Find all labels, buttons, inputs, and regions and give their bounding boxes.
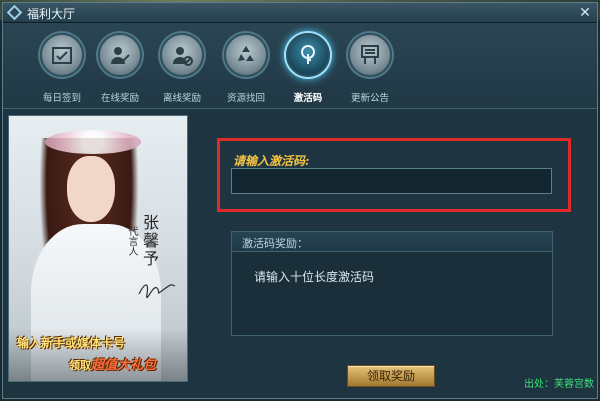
claim-reward-button[interactable]: 领取奖励 [347, 365, 435, 387]
tab-label: 资源找回 [226, 93, 265, 104]
spokesperson-name: 张馨予 [140, 214, 159, 268]
promo-caption-line1: 输入新手或媒体卡号 [17, 336, 126, 350]
key-icon [301, 45, 315, 64]
welfare-hall-window: 福利大厅 ✕ 每日签到 在线奖励 离线奖励 资源找回 激活码 更新公告 代言人 … [2, 2, 598, 399]
promo-image: 代言人 张馨予 输入新手或媒体卡号 领取超值大礼包 [8, 115, 188, 382]
promo-caption-line2: 领取超值大礼包 [69, 358, 157, 373]
activation-code-input[interactable] [231, 168, 552, 194]
title-bar: 福利大厅 ✕ [3, 3, 597, 23]
user-offline-icon [173, 47, 193, 66]
tab-offline-reward[interactable]: 离线奖励 [150, 33, 214, 105]
tab-resource-recovery[interactable]: 资源找回 [214, 33, 278, 105]
tab-online-reward[interactable]: 在线奖励 [88, 33, 152, 105]
activation-code-label: 请输入激活码: [233, 154, 310, 168]
tab-update-notice[interactable]: 更新公告 [338, 33, 402, 105]
tab-label: 激活码 [293, 93, 323, 104]
signature-image [138, 284, 176, 299]
tab-label: 在线奖励 [100, 93, 139, 104]
reward-panel: 激活码奖励： 请输入十位长度激活码 [231, 231, 553, 336]
activation-form: 请输入激活码: 激活码奖励： 请输入十位长度激活码 [203, 115, 588, 365]
tab-label: 每日签到 [42, 93, 81, 104]
tab-label: 离线奖励 [162, 93, 201, 104]
user-edit-icon [111, 47, 130, 64]
tab-label: 更新公告 [350, 93, 389, 104]
tab-daily-signin[interactable]: 每日签到 [30, 33, 94, 105]
footer-note: 出处：芙蓉宫数 [524, 379, 594, 390]
flower-crown [45, 130, 141, 154]
close-button[interactable]: ✕ [577, 5, 593, 21]
recycle-icon [238, 46, 254, 61]
diamond-icon [6, 4, 23, 21]
notice-board-icon [361, 45, 379, 64]
close-icon: ✕ [579, 5, 591, 21]
reward-text: 请输入十位长度激活码 [254, 270, 375, 284]
reward-title: 激活码奖励： [242, 237, 308, 250]
calendar-check-icon [52, 47, 72, 64]
content-area: 代言人 张馨予 输入新手或媒体卡号 领取超值大礼包 请输入激活码: 激活码奖励：… [3, 110, 597, 398]
promo-highlight: 超值大礼包 [91, 358, 157, 373]
tab-activation-code[interactable]: 激活码 [276, 33, 340, 105]
tab-bar: 每日签到 在线奖励 离线奖励 资源找回 激活码 更新公告 [3, 23, 597, 109]
window-title: 福利大厅 [27, 7, 76, 21]
